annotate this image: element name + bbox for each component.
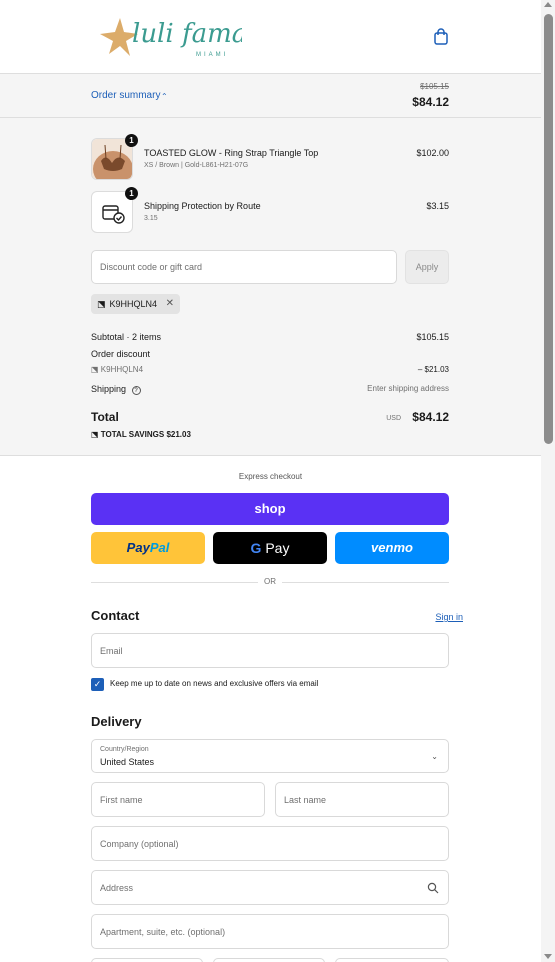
discount-placeholder: Discount code or gift card: [100, 262, 203, 272]
address-field[interactable]: Address: [91, 870, 449, 905]
newsletter-label: Keep me up to date on news and exclusive…: [110, 679, 319, 688]
item-title: Shipping Protection by Route: [144, 201, 261, 211]
address-placeholder: Address: [100, 882, 134, 893]
city-field[interactable]: [91, 958, 203, 962]
venmo-button[interactable]: venmo: [335, 532, 449, 564]
email-placeholder: Email: [100, 645, 123, 656]
last-name-placeholder: Last name: [284, 794, 327, 805]
shipping-value: Enter shipping address: [367, 384, 449, 393]
item-variant: XS / Brown | Gold-L861-H21-07G: [144, 162, 249, 169]
line-item: 1 Shipping Protection by Route 3.15 $3.1…: [91, 187, 449, 233]
discount-value: – $21.03: [417, 365, 449, 374]
close-icon[interactable]: ✕: [166, 294, 174, 314]
applied-code-chip: ⬔ K9HHQLN4 ✕: [91, 294, 180, 314]
paypal-button[interactable]: PayPal: [91, 532, 205, 564]
svg-text:MIAMI: MIAMI: [196, 52, 228, 58]
apartment-field[interactable]: Apartment, suite, etc. (optional): [91, 914, 449, 949]
quantity-badge: 1: [125, 134, 138, 147]
order-discount-row: Order discount: [91, 349, 449, 359]
subtotal-row: Subtotal · 2 items $105.15: [91, 332, 449, 342]
last-name-field[interactable]: Last name: [275, 782, 449, 817]
order-discount-label: Order discount: [91, 349, 151, 359]
country-select[interactable]: Country/Region United States ⌄: [91, 739, 449, 773]
subtotal-label: Subtotal · 2 items: [91, 332, 162, 342]
company-field[interactable]: Company (optional): [91, 826, 449, 861]
item-title: TOASTED GLOW - Ring Strap Triangle Top: [144, 148, 319, 158]
discount-code-row: ⬔ K9HHQLN4 – $21.03: [91, 365, 449, 374]
delivery-heading: Delivery: [91, 714, 142, 729]
original-price: $105.15: [420, 82, 449, 91]
discount-code: K9HHQLN4: [100, 365, 144, 374]
company-placeholder: Company (optional): [100, 838, 179, 849]
item-variant: 3.15: [144, 215, 158, 222]
email-field[interactable]: Email: [91, 633, 449, 668]
scroll-down-arrow-icon[interactable]: [544, 954, 552, 959]
shipping-label: Shipping: [91, 384, 127, 394]
apply-button[interactable]: Apply: [405, 250, 449, 284]
quantity-badge: 1: [125, 187, 138, 200]
apartment-placeholder: Apartment, suite, etc. (optional): [100, 926, 226, 937]
gpay-text: Pay: [265, 540, 290, 556]
or-label: OR: [258, 577, 282, 586]
google-pay-button[interactable]: G Pay: [213, 532, 327, 564]
order-summary: Order summary ⌃ $105.15 $84.12 1 TOASTED…: [0, 74, 541, 456]
newsletter-checkbox[interactable]: ✓: [91, 678, 104, 691]
first-name-placeholder: First name: [100, 794, 143, 805]
brand-logo[interactable]: luli fama MIAMI: [92, 12, 242, 62]
paypal-text-a: Pay: [126, 540, 150, 555]
total-label: Total: [91, 410, 119, 424]
country-label: Country/Region: [100, 746, 149, 753]
discount-code-input[interactable]: Discount code or gift card: [91, 250, 397, 284]
summary-total-price: $84.12: [412, 95, 449, 109]
paypal-text-b: Pal: [149, 540, 170, 555]
tag-icon: ⬔: [91, 365, 101, 374]
scroll-up-arrow-icon[interactable]: [544, 2, 552, 7]
subtotal-value: $105.15: [416, 332, 449, 342]
sign-in-link[interactable]: Sign in: [435, 612, 463, 622]
tag-icon: ⬔: [91, 430, 101, 439]
checkout-page: luli fama MIAMI Order summary ⌃ $105.15 …: [0, 0, 555, 962]
chevron-up-icon[interactable]: ⌃: [161, 92, 168, 101]
scrollbar[interactable]: [541, 0, 555, 962]
applied-code: K9HHQLN4: [109, 299, 158, 309]
state-field[interactable]: [213, 958, 325, 962]
search-icon: [427, 882, 439, 894]
country-value: United States: [100, 757, 155, 767]
help-icon[interactable]: ?: [131, 386, 141, 395]
shipping-row: Shipping ? Enter shipping address: [91, 384, 449, 395]
google-g-icon: G: [250, 540, 262, 556]
svg-text:luli fama: luli fama: [132, 19, 242, 49]
line-item: 1 TOASTED GLOW - Ring Strap Triangle Top…: [91, 134, 449, 180]
total-savings: ⬔ TOTAL SAVINGS $21.03: [91, 430, 191, 439]
contact-heading: Contact: [91, 608, 140, 623]
shopping-bag-icon[interactable]: [433, 28, 449, 46]
order-summary-label[interactable]: Order summary: [91, 90, 160, 101]
order-summary-toggle[interactable]: Order summary ⌃ $105.15 $84.12: [0, 74, 541, 118]
item-price: $102.00: [416, 148, 449, 158]
zip-field[interactable]: [335, 958, 449, 962]
chevron-down-icon: ⌄: [431, 752, 438, 761]
scrollbar-thumb[interactable]: [544, 14, 553, 444]
savings-value: $21.03: [166, 430, 191, 439]
total-value: $84.12: [412, 410, 449, 424]
tag-icon: ⬔: [97, 299, 106, 309]
shop-pay-button[interactable]: shop: [91, 493, 449, 525]
item-price: $3.15: [426, 201, 449, 211]
first-name-field[interactable]: First name: [91, 782, 265, 817]
savings-label: TOTAL SAVINGS: [100, 430, 165, 439]
currency-code: USD: [386, 415, 401, 422]
header: luli fama MIAMI: [0, 0, 541, 74]
express-checkout-label: Express checkout: [238, 472, 303, 481]
